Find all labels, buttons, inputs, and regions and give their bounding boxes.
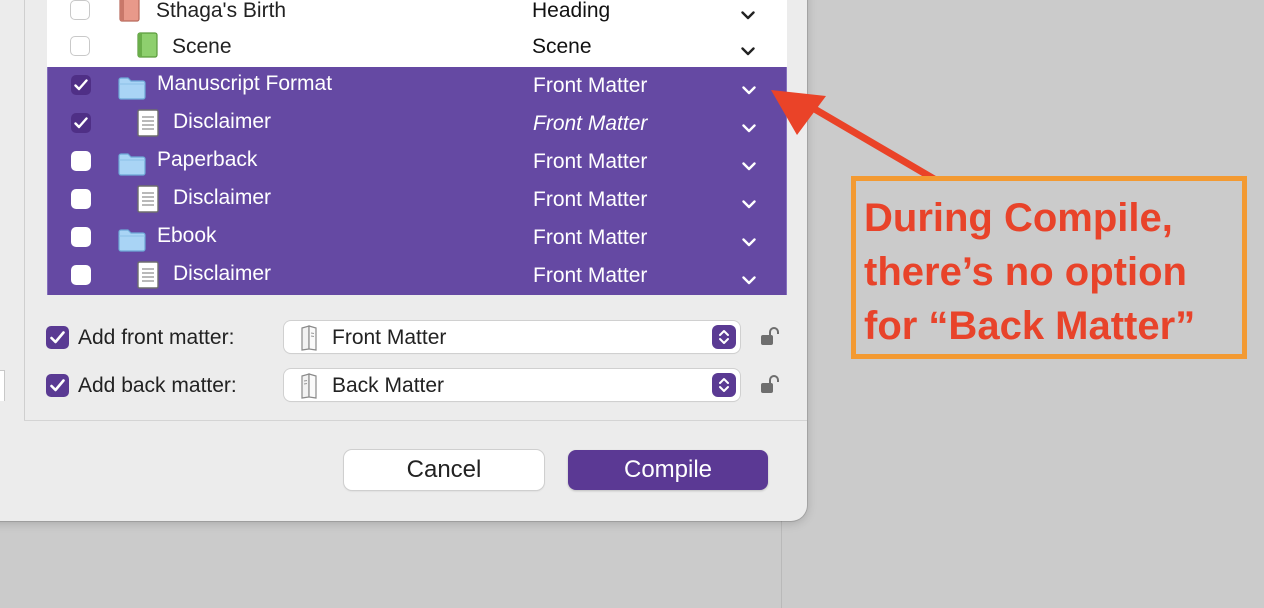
annotation-callout: During Compile, there’s no option for “B… <box>851 176 1247 359</box>
annotation-text: During Compile, there’s no option for “B… <box>864 196 1196 348</box>
